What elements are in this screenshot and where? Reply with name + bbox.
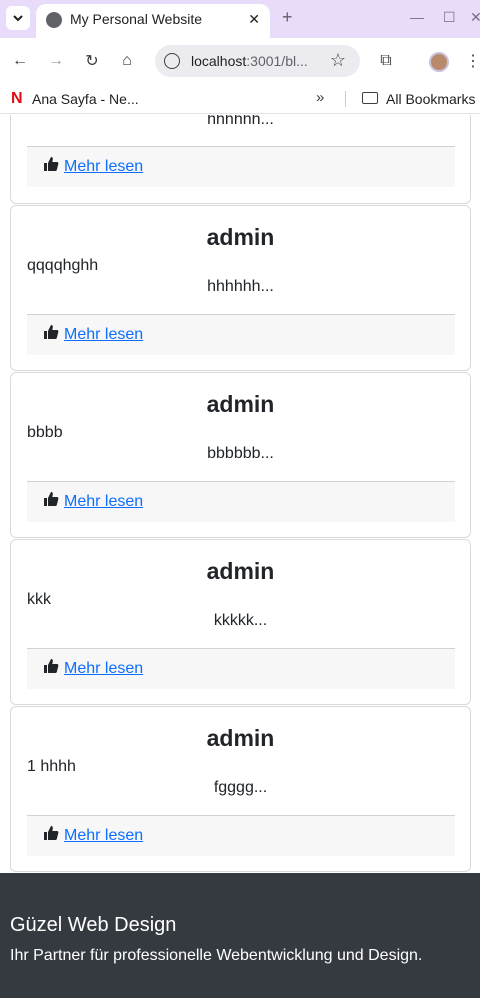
thumbs-up-icon[interactable] xyxy=(43,825,59,841)
read-more-link[interactable]: Mehr lesen xyxy=(64,827,143,845)
tab-strip: My Personal Website ✕ + — ☐ ✕ xyxy=(0,0,480,38)
bookmark-item[interactable]: Ana Sayfa - Ne... xyxy=(32,91,139,107)
bookmark-star-icon[interactable]: ☆ xyxy=(330,50,346,71)
bookmarks-bar: N Ana Sayfa - Ne... » All Bookmarks xyxy=(0,84,480,114)
bookmark-separator xyxy=(345,91,346,107)
address-bar[interactable]: localhost:3001/bl... ☆ xyxy=(155,45,360,77)
new-tab-button[interactable]: + xyxy=(282,7,293,28)
back-icon[interactable]: ← xyxy=(9,50,31,72)
site-info-icon[interactable] xyxy=(164,53,180,69)
footer-tagline: Ihr Partner für professionelle Webentwic… xyxy=(10,947,423,964)
menu-icon[interactable]: ⋮ xyxy=(462,50,480,72)
post-card: hhhhhh... Mehr lesen xyxy=(10,115,471,204)
post-title: 1 hhhh xyxy=(27,758,76,775)
avatar[interactable] xyxy=(429,52,449,72)
minimize-icon[interactable]: — xyxy=(410,9,424,25)
window-close-icon[interactable]: ✕ xyxy=(470,9,480,26)
browser-toolbar: ← → ↻ ⌂ localhost:3001/bl... ☆ ⧉ ⋮ xyxy=(0,38,480,84)
thumbs-up-icon[interactable] xyxy=(43,658,59,674)
tab-title: My Personal Website xyxy=(70,11,203,27)
thumbs-up-icon[interactable] xyxy=(43,156,59,172)
netflix-icon: N xyxy=(11,90,23,107)
post-author: admin xyxy=(206,391,275,417)
browser-tab[interactable]: My Personal Website ✕ xyxy=(36,4,270,38)
post-author: admin xyxy=(206,725,275,751)
home-icon[interactable]: ⌂ xyxy=(116,50,138,72)
post-excerpt: bbbbbb... xyxy=(207,445,274,462)
post-footer: Mehr lesen xyxy=(27,314,455,355)
post-title: bbbb xyxy=(27,424,63,441)
folder-icon xyxy=(362,92,378,104)
post-footer: Mehr lesen xyxy=(27,481,455,522)
post-excerpt: hhhhhh... xyxy=(207,115,274,128)
extensions-icon[interactable]: ⧉ xyxy=(375,50,397,72)
read-more-link[interactable]: Mehr lesen xyxy=(64,326,143,344)
thumbs-up-icon[interactable] xyxy=(43,324,59,340)
post-author: admin xyxy=(206,558,275,584)
forward-icon[interactable]: → xyxy=(45,50,67,72)
url-text: localhost:3001/bl... xyxy=(191,53,308,69)
post-card: admin 1 hhhh fgggg... Mehr lesen xyxy=(10,706,471,872)
post-excerpt: kkkkk... xyxy=(213,612,268,629)
chevron-double-right-icon[interactable]: » xyxy=(316,89,324,106)
maximize-icon[interactable]: ☐ xyxy=(443,9,456,26)
globe-icon xyxy=(46,12,62,28)
reload-icon[interactable]: ↻ xyxy=(81,50,103,72)
read-more-link[interactable]: Mehr lesen xyxy=(64,493,143,511)
post-title: qqqqhghh xyxy=(27,257,99,274)
thumbs-up-icon[interactable] xyxy=(43,491,59,507)
post-card: admin kkk kkkkk... Mehr lesen xyxy=(10,539,471,705)
tab-search-button[interactable] xyxy=(6,6,30,30)
post-title: kkk xyxy=(27,591,51,608)
site-footer: Güzel Web Design Ihr Partner für profess… xyxy=(0,873,480,998)
footer-brand: Güzel Web Design xyxy=(10,914,177,936)
post-author: admin xyxy=(206,224,275,250)
post-excerpt: hhhhhh... xyxy=(207,278,274,295)
read-more-link[interactable]: Mehr lesen xyxy=(64,158,143,176)
chevron-down-icon xyxy=(13,15,23,22)
post-card: admin bbbb bbbbbb... Mehr lesen xyxy=(10,372,471,538)
post-footer: Mehr lesen xyxy=(27,146,455,187)
page-content[interactable]: hhhhhh... Mehr lesen admin qqqqhghh hhhh… xyxy=(0,115,480,998)
post-card: admin qqqqhghh hhhhhh... Mehr lesen xyxy=(10,205,471,371)
post-footer: Mehr lesen xyxy=(27,648,455,689)
close-icon[interactable]: ✕ xyxy=(248,11,260,28)
post-footer: Mehr lesen xyxy=(27,815,455,856)
post-excerpt: fgggg... xyxy=(213,779,268,796)
all-bookmarks-button[interactable]: All Bookmarks xyxy=(386,91,475,107)
read-more-link[interactable]: Mehr lesen xyxy=(64,660,143,678)
